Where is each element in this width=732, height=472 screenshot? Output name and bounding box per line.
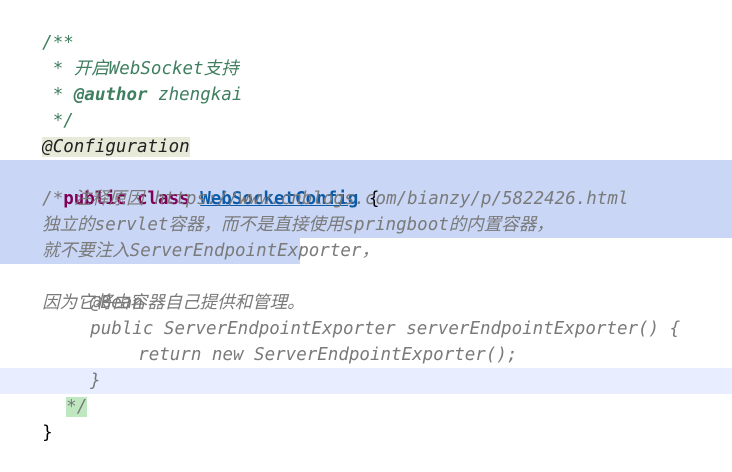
comment-reason-url: /* 注释原因 https://www.cnblogs.com/bianzy/p… (42, 189, 629, 209)
javadoc-author-tag: @author (73, 85, 148, 105)
bean-annotation: @Bean (90, 293, 143, 313)
javadoc-prefix: * (42, 85, 74, 105)
code-line[interactable]: @Configuration (0, 108, 732, 157)
class-close-brace: } (42, 423, 53, 443)
code-line[interactable]: @Bean (0, 264, 732, 313)
return-statement: return new ServerEndpointExporter(); (138, 345, 518, 365)
comment-servlet-container: 独立的servlet容器，而不是直接使用springboot的内置容器， (42, 215, 554, 235)
code-editor[interactable]: /** * 开启WebSocket支持 * @author zhengkai *… (0, 0, 732, 443)
comment-close: */ (66, 397, 88, 417)
javadoc-author-name: zhengkai (147, 85, 243, 105)
javadoc-description: 开启WebSocket支持 (73, 59, 239, 79)
current-line[interactable]: */ (0, 368, 732, 417)
code-line[interactable]: * 开启WebSocket支持 (0, 30, 732, 79)
method-close-brace: } (90, 371, 101, 391)
selected-line[interactable]: /* 注释原因 https://www.cnblogs.com/bianzy/p… (0, 160, 732, 209)
code-line[interactable]: } (0, 394, 732, 443)
method-signature: public ServerEndpointExporter serverEndp… (90, 319, 681, 339)
javadoc-prefix: * (42, 59, 74, 79)
code-line[interactable]: /** (0, 4, 732, 53)
javadoc-close: */ (42, 111, 74, 131)
configuration-annotation: @Configuration (42, 137, 190, 157)
javadoc-open: /** (42, 33, 74, 53)
comment-no-inject: 就不要注入ServerEndpointExporter， (42, 241, 379, 261)
